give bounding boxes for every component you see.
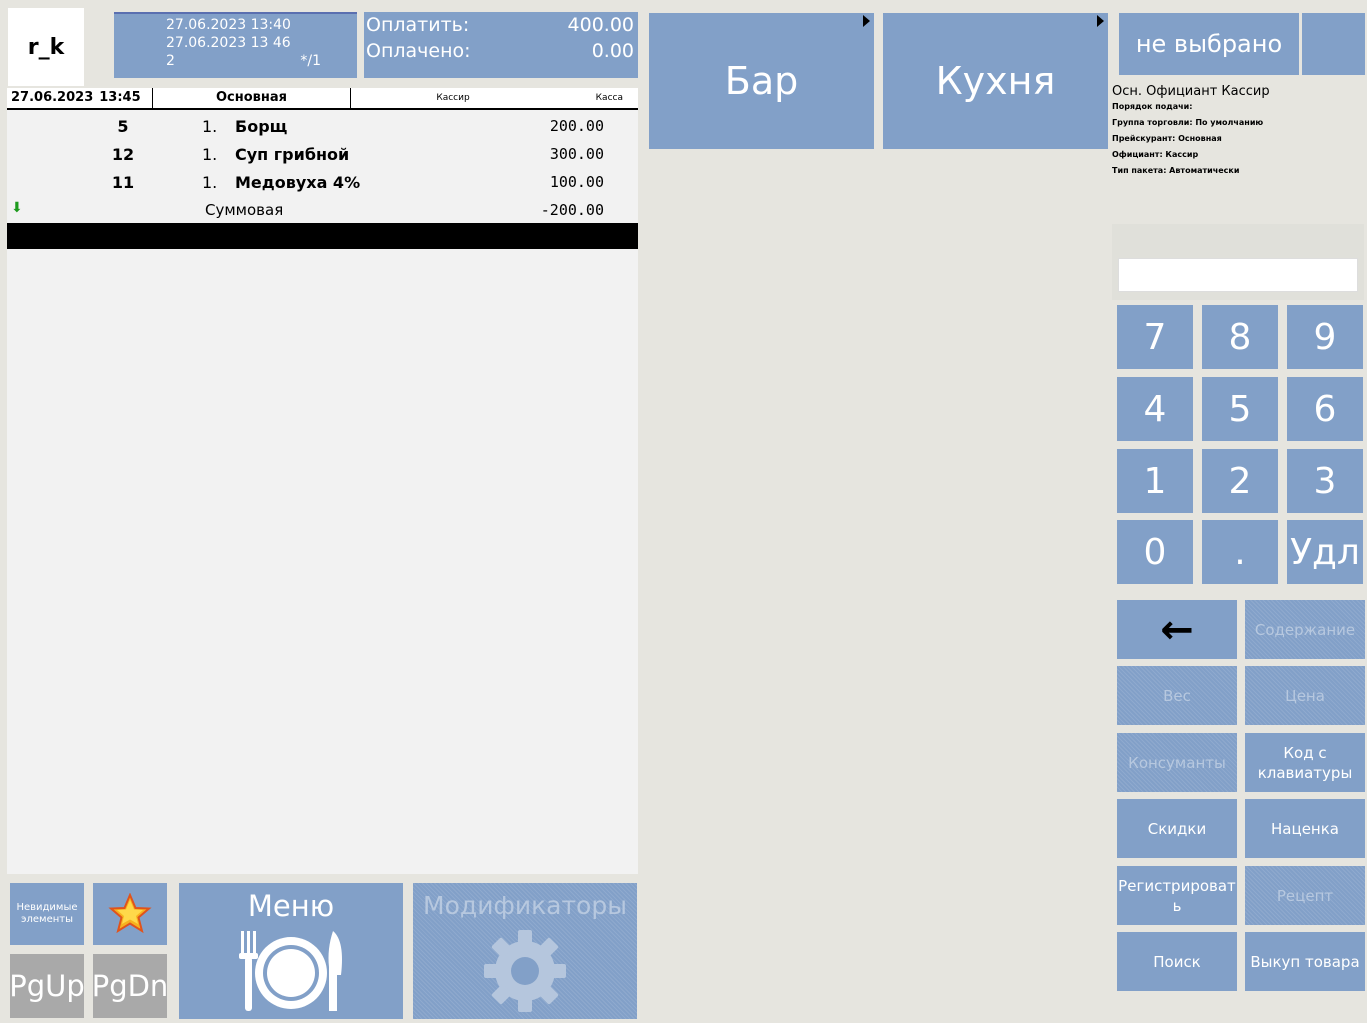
- modifiers-button[interactable]: Модификаторы: [413, 883, 637, 1019]
- menu-label: Меню: [247, 889, 335, 923]
- to-pay-value: 400.00: [567, 14, 634, 36]
- item-course: 1.: [202, 117, 218, 136]
- item-course: 1.: [202, 173, 218, 192]
- order-item[interactable]: 12 1. Суп грибной 300.00: [7, 141, 638, 169]
- table-number: */1: [300, 53, 321, 69]
- paid-value: 0.00: [591, 40, 634, 62]
- item-qty: 11: [111, 173, 135, 192]
- paid-label: Оплачено:: [366, 40, 471, 62]
- plate-icon: [239, 931, 342, 1011]
- item-price: 100.00: [549, 173, 604, 191]
- order-register: Касса: [595, 93, 623, 103]
- weight-button[interactable]: Вес: [1117, 666, 1237, 725]
- invisible-elements-button[interactable]: Невидимые элементы: [10, 883, 84, 945]
- numeric-input[interactable]: [1118, 258, 1358, 292]
- trade-group-info: Группа торговли: По умолчанию: [1112, 118, 1264, 127]
- register-button[interactable]: Регистрироват ь: [1117, 866, 1237, 925]
- buyout-button[interactable]: Выкуп товара: [1245, 932, 1365, 991]
- page-up-button[interactable]: PgUp: [9, 954, 85, 1018]
- discount-name: Суммовая: [205, 201, 284, 219]
- item-course: 1.: [202, 145, 218, 164]
- order-list[interactable]: 27.06.2023 13:45 Основная Кассир Касса 5…: [7, 88, 638, 874]
- key-8[interactable]: 8: [1202, 305, 1278, 369]
- order-info-panel[interactable]: 27.06.2023 13:40 27.06.2023 13 46 2 */1: [114, 12, 357, 78]
- order-details: Осн. Официант Кассир Порядок подачи: Гру…: [1112, 84, 1362, 179]
- keyboard-code-button[interactable]: Код с клавиатуры: [1245, 733, 1365, 792]
- key-2[interactable]: 2: [1202, 449, 1278, 513]
- key-delete[interactable]: Удл: [1287, 520, 1363, 584]
- waiter-select-extra[interactable]: [1302, 13, 1365, 75]
- waiter-info: Официант: Кассир: [1112, 150, 1199, 159]
- order-waiter: Кассир: [436, 93, 470, 103]
- submenu-arrow-icon: [863, 15, 870, 27]
- key-9[interactable]: 9: [1287, 305, 1363, 369]
- item-price: 300.00: [549, 145, 604, 163]
- item-name: Суп грибной: [235, 145, 350, 164]
- order-open-time: 27.06.2023 13:40: [166, 17, 291, 33]
- menu-button[interactable]: Меню: [179, 883, 403, 1019]
- waiter-info-line: Осн. Официант Кассир: [1112, 84, 1270, 99]
- backspace-button[interactable]: ←: [1117, 600, 1237, 659]
- item-qty: 12: [111, 145, 135, 164]
- payment-panel[interactable]: Оплатить: 400.00 Оплачено: 0.00: [364, 12, 638, 78]
- item-qty: 5: [117, 117, 129, 136]
- waiter-select-button[interactable]: не выбрано: [1119, 13, 1299, 75]
- key-4[interactable]: 4: [1117, 377, 1193, 441]
- item-price: 200.00: [549, 117, 604, 135]
- order-date: 27.06.2023: [11, 90, 94, 105]
- key-0[interactable]: 0: [1117, 520, 1193, 584]
- markup-button[interactable]: Наценка: [1245, 799, 1365, 858]
- order-header: 27.06.2023 13:45 Основная Кассир Касса: [7, 88, 638, 110]
- key-7[interactable]: 7: [1117, 305, 1193, 369]
- guest-count: 2: [166, 53, 175, 69]
- search-button[interactable]: Поиск: [1117, 932, 1237, 991]
- to-pay-label: Оплатить:: [366, 14, 470, 36]
- category-label: Бар: [724, 59, 799, 103]
- discounts-button[interactable]: Скидки: [1117, 799, 1237, 858]
- category-kitchen[interactable]: Кухня: [883, 13, 1108, 149]
- category-bar[interactable]: Бар: [649, 13, 874, 149]
- modifiers-label: Модификаторы: [423, 891, 627, 920]
- order-item[interactable]: 5 1. Борщ 200.00: [7, 113, 638, 141]
- input-area: [1112, 224, 1364, 300]
- gear-icon: [484, 930, 566, 1012]
- user-name: r_k: [8, 8, 84, 86]
- key-dot[interactable]: .: [1202, 520, 1278, 584]
- order-time: 13:45: [99, 90, 141, 105]
- content-button[interactable]: Содержание: [1245, 600, 1365, 659]
- key-1[interactable]: 1: [1117, 449, 1193, 513]
- price-button[interactable]: Цена: [1245, 666, 1365, 725]
- category-label: Кухня: [935, 59, 1056, 103]
- recipe-button[interactable]: Рецепт: [1245, 866, 1365, 925]
- star-icon: [108, 893, 152, 934]
- discount-value: -200.00: [540, 201, 604, 219]
- order-menu: Основная: [153, 88, 351, 108]
- page-down-button[interactable]: PgDn: [92, 954, 168, 1018]
- consumants-button[interactable]: Консуманты: [1117, 733, 1237, 792]
- item-name: Борщ: [235, 117, 288, 136]
- price-list-info: Прейскурант: Основная: [1112, 134, 1222, 143]
- favorites-button[interactable]: [93, 883, 167, 945]
- key-5[interactable]: 5: [1202, 377, 1278, 441]
- order-item[interactable]: 11 1. Медовуха 4% 100.00: [7, 169, 638, 197]
- serve-order-info: Порядок подачи:: [1112, 102, 1193, 111]
- submenu-arrow-icon: [1097, 15, 1104, 27]
- discount-row[interactable]: ⬇ Суммовая -200.00: [7, 198, 638, 222]
- key-6[interactable]: 6: [1287, 377, 1363, 441]
- order-current-time: 27.06.2023 13 46: [166, 35, 291, 51]
- key-3[interactable]: 3: [1287, 449, 1363, 513]
- arrow-down-icon: ⬇: [11, 200, 23, 216]
- package-type-info: Тип пакета: Автоматически: [1112, 166, 1240, 175]
- item-name: Медовуха 4%: [235, 173, 361, 192]
- selection-bar[interactable]: [7, 223, 638, 249]
